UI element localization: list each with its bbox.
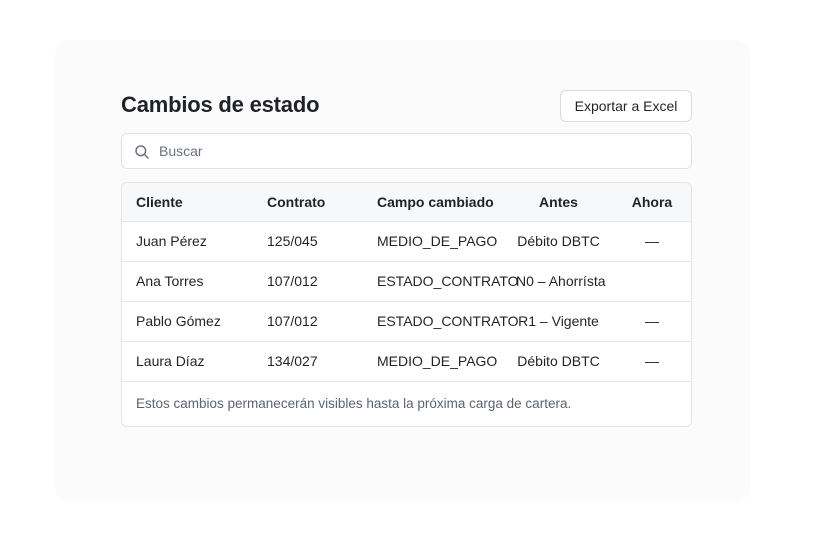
column-header-antes: Antes: [539, 194, 578, 210]
changes-table: Cliente Contrato Campo cambiado Antes Ah…: [121, 182, 692, 427]
search-icon: [135, 145, 149, 159]
cell-cliente: Juan Pérez: [136, 233, 207, 249]
page-title: Cambios de estado: [121, 92, 320, 117]
cell-cliente: Laura Díaz: [136, 353, 205, 369]
table-row[interactable]: Juan Pérez 125/045 MEDIO_DE_PAGO Débito …: [122, 221, 691, 262]
table-row[interactable]: Pablo Gómez 107/012 ESTADO_CONTRATO R1 –…: [122, 301, 691, 342]
table-footnote: Estos cambios permanecerán visibles hast…: [136, 396, 572, 411]
cell-contrato: 134/027: [267, 353, 318, 369]
cell-cliente: Ana Torres: [136, 273, 204, 289]
cell-ahora: —: [645, 233, 659, 249]
table-header: Cliente Contrato Campo cambiado Antes Ah…: [122, 183, 691, 222]
cell-antes: R1 – Vigente: [518, 313, 599, 329]
column-header-ahora: Ahora: [631, 194, 673, 210]
export-excel-button[interactable]: Exportar a Excel: [560, 90, 692, 122]
cell-cliente: Pablo Gómez: [136, 313, 221, 329]
column-header-cliente: Cliente: [136, 194, 183, 210]
cell-campo: MEDIO_DE_PAGO: [377, 233, 498, 249]
cell-ahora: —: [645, 353, 659, 369]
cell-contrato: 107/012: [267, 313, 318, 329]
column-header-contrato: Contrato: [267, 194, 326, 210]
table-row[interactable]: Ana Torres 107/012 ESTADO_CONTRATO N0 – …: [122, 261, 691, 302]
cell-campo: MEDIO_DE_PAGO: [377, 353, 498, 369]
column-header-campo: Campo cambiado: [377, 194, 494, 210]
table-row[interactable]: Laura Díaz 134/027 MEDIO_DE_PAGO Débito …: [122, 341, 691, 382]
cell-antes: Débito DBTC: [517, 233, 600, 249]
cell-campo: ESTADO_CONTRATO: [377, 273, 519, 289]
cell-antes: Débito DBTC: [517, 353, 600, 369]
search-box[interactable]: [121, 133, 692, 169]
search-input[interactable]: [159, 134, 679, 168]
cell-antes: N0 – Ahorrísta: [516, 273, 606, 289]
cell-ahora: —: [645, 313, 659, 329]
cell-contrato: 125/045: [267, 233, 318, 249]
cell-campo: ESTADO_CONTRATO: [377, 313, 519, 329]
cell-contrato: 107/012: [267, 273, 318, 289]
